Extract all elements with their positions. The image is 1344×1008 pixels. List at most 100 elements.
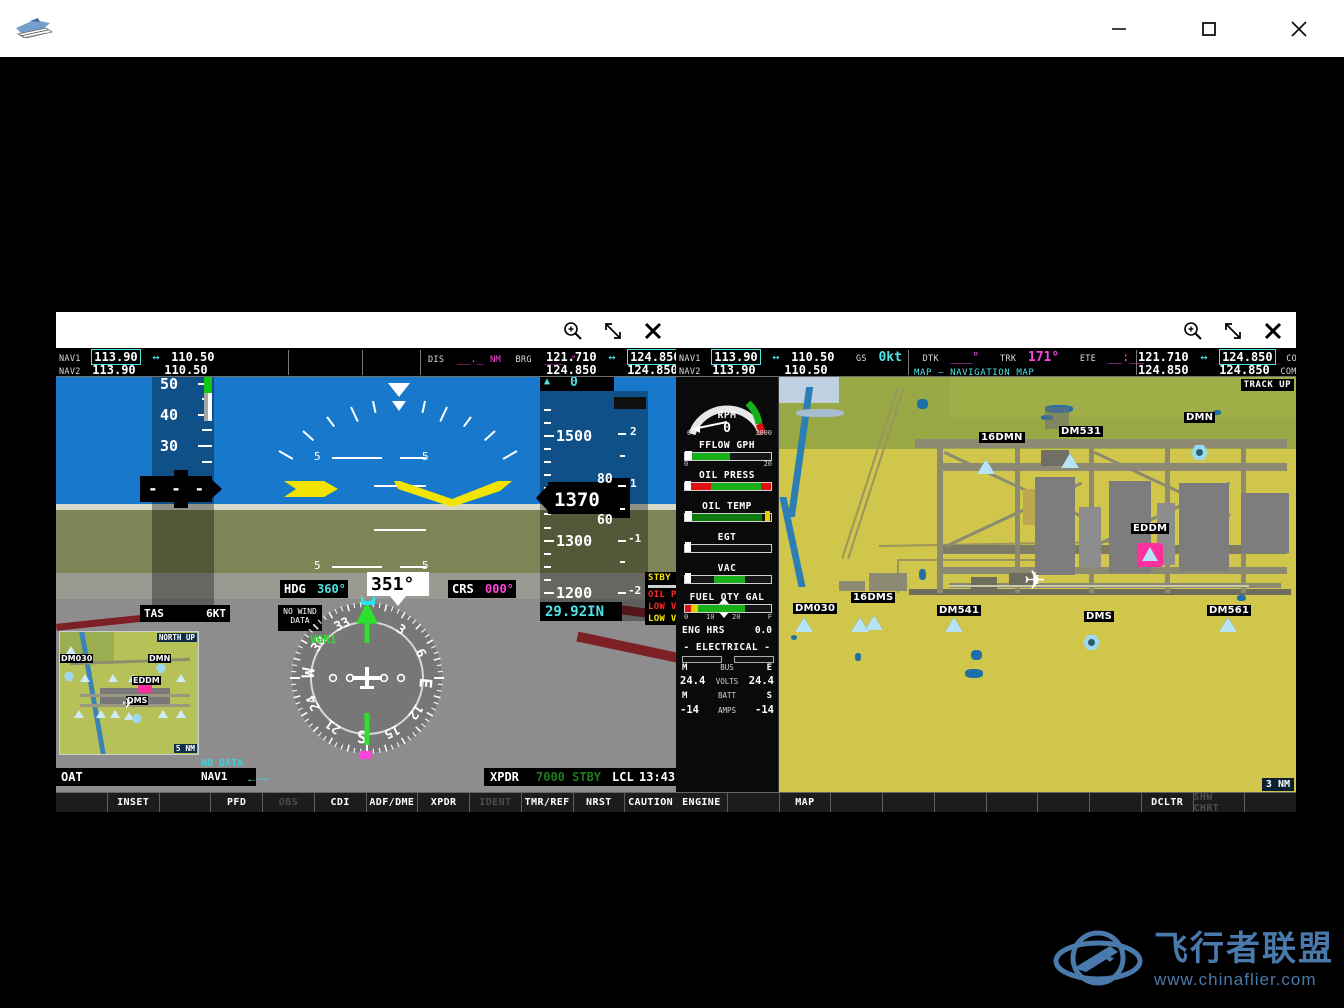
selected-altitude-box[interactable]: ▲ 0	[540, 377, 614, 391]
mfd-ete-label: ETE	[1079, 354, 1097, 364]
svg-text:W: W	[299, 666, 320, 679]
expand-icon[interactable]	[596, 314, 630, 348]
watermark-logo-icon	[1053, 930, 1143, 986]
pfd-screen[interactable]: NAV1 113.90 ↔ 110.50 NAV2 113.90 110.50 …	[56, 348, 676, 812]
application-window: NAV1 113.90 ↔ 110.50 NAV2 113.90 110.50 …	[0, 0, 1344, 1008]
pfd-com2-standby[interactable]: 124.850	[627, 363, 676, 377]
pfd-softkey-tmr-ref[interactable]: TMR/REF	[522, 793, 574, 812]
mfd-nav1-standby[interactable]: 110.50	[791, 350, 834, 364]
ownship-icon: ✈	[1024, 565, 1046, 595]
mfd-softkey-11[interactable]	[1245, 793, 1296, 812]
com1-swap-icon[interactable]: ↔	[608, 350, 615, 364]
pfd-softkey-inset[interactable]: INSET	[108, 793, 160, 812]
pfd-nav2-standby[interactable]: 110.50	[164, 363, 207, 377]
mfd-dtk-value: ___°	[950, 350, 980, 364]
pfd-softkey-2[interactable]	[160, 793, 212, 812]
airspeed-tick-40: 40	[160, 406, 179, 424]
svg-text:24: 24	[304, 692, 324, 713]
pfd-nav2-active[interactable]: 113.90	[92, 363, 135, 377]
lcl-time: 13:43:36	[639, 770, 676, 784]
inset-label-dm030: DM030	[60, 654, 94, 663]
mfd-nav2-standby[interactable]: 110.50	[784, 363, 827, 377]
maximize-button[interactable]	[1164, 0, 1254, 57]
heading-bug-box[interactable]: HDG 360°	[280, 580, 348, 598]
watermark-url: www.chinaflier.com	[1154, 970, 1317, 989]
pfd-softkey-0[interactable]	[56, 793, 108, 812]
mfd-softkey-1[interactable]	[728, 793, 780, 812]
mfd-softkey-3[interactable]	[831, 793, 883, 812]
mfd-softkey-6[interactable]	[987, 793, 1039, 812]
pfd-softkey-nrst[interactable]: NRST	[574, 793, 626, 812]
course-box[interactable]: CRS 000°	[448, 580, 516, 598]
mfd-com1-active[interactable]: 121.710	[1138, 350, 1189, 364]
pfd-dis-label: DIS	[428, 355, 445, 365]
close-icon[interactable]	[1256, 314, 1290, 348]
mfd-softkey-5[interactable]	[935, 793, 987, 812]
mfd-navcom-bar: NAV1 113.90 ↔ 110.50 NAV2 113.90 110.50 …	[676, 348, 1296, 378]
window-title-bar	[0, 0, 1344, 57]
pfd-softkey-adf-dme[interactable]: ADF/DME	[367, 793, 419, 812]
pfd-com2-active[interactable]: 124.850	[546, 363, 597, 377]
mfd-softkey-shw-chrt[interactable]: SHW CHRT	[1194, 792, 1246, 812]
no-data-msg: NO DATA	[201, 758, 244, 769]
engine-instrument-panel[interactable]: RPM 0 0 3000 FFLOW GPH 0 20 OIL PRESS OI…	[676, 377, 779, 793]
zoom-in-icon[interactable]	[556, 314, 590, 348]
mfd-softkey-map[interactable]: MAP	[780, 793, 832, 812]
com1-swap-icon[interactable]: ↔	[1200, 350, 1207, 364]
pfd-com1-active[interactable]: 121.710	[546, 350, 597, 364]
mfd-screen[interactable]: NAV1 113.90 ↔ 110.50 NAV2 113.90 110.50 …	[676, 348, 1296, 812]
fuel-tick-20: 20	[732, 613, 741, 621]
xpdr-time-box: XPDR 7000 STBY LCL 13:43:36	[484, 768, 676, 786]
navigation-map[interactable]: 16DMN DM531 DMN EDDM DM030 16DMS DM541 D…	[779, 377, 1296, 793]
map-label-dm561: DM561	[1207, 605, 1252, 616]
xpdr-label: XPDR	[490, 770, 519, 784]
zoom-in-icon[interactable]	[1176, 314, 1210, 348]
vac-bar	[684, 575, 772, 584]
mfd-softkey-engine[interactable]: ENGINE	[676, 793, 728, 812]
map-label-16dms: 16DMS	[851, 592, 896, 603]
pfd-softkey-ident[interactable]: IDENT	[470, 793, 522, 812]
nav1-swap-icon[interactable]: ↔	[772, 350, 779, 364]
pfd-softkey-bar[interactable]: INSET PFD OBS CDI ADF/DME XPDR IDENT TMR…	[56, 792, 676, 812]
expand-icon[interactable]	[1216, 314, 1250, 348]
baro-box[interactable]: 29.92IN	[540, 602, 622, 621]
pfd-nav1-standby[interactable]: 110.50	[171, 350, 214, 364]
vsi-tick-1: 1	[630, 477, 637, 490]
mfd-com2-active[interactable]: 124.850	[1138, 363, 1189, 377]
alt-tick-1200: 1200	[556, 584, 593, 602]
mfd-softkey-8[interactable]	[1090, 793, 1142, 812]
mfd-com2-standby[interactable]: 124.850	[1219, 363, 1270, 377]
tas-label: TAS	[144, 607, 164, 620]
annunciation-1: OIL PRESSURE	[648, 590, 676, 600]
mfd-gs-value: 0kt	[878, 350, 902, 365]
svg-text:15: 15	[381, 721, 402, 741]
close-icon[interactable]	[636, 314, 670, 348]
rpm-max: 3000	[755, 429, 772, 437]
pfd-softkey-caution[interactable]: CAUTION	[625, 793, 676, 812]
pfd-softkey-obs[interactable]: OBS	[263, 793, 315, 812]
pfd-softkey-cdi[interactable]: CDI	[315, 793, 367, 812]
map-label-eddm: EDDM	[1131, 523, 1170, 534]
bus-e-label: E	[766, 663, 772, 673]
inset-label-eddm: EDDM	[132, 676, 161, 685]
close-button[interactable]	[1254, 0, 1344, 57]
pfd-inset-map[interactable]: DM030 DMN EDDM DMS ✈ NORTH UP 5 NM	[59, 631, 199, 755]
hdg-label: HDG	[284, 582, 306, 596]
minimize-button[interactable]	[1074, 0, 1164, 57]
pfd-attitude-area: 5 5 5 5 50 40	[56, 377, 676, 793]
mfd-nav2-active[interactable]: 113.90	[712, 363, 755, 377]
svg-text:6: 6	[412, 647, 429, 661]
hsi-compass[interactable]: 33 30 W 24 21 S 15 12 E 6 3 VOR1	[288, 595, 446, 759]
pfd-softkey-pfd[interactable]: PFD	[211, 793, 263, 812]
nav1-swap-icon[interactable]: ↔	[152, 350, 159, 364]
map-label-dm531: DM531	[1059, 426, 1104, 437]
mfd-softkey-bar[interactable]: ENGINE MAP DCLTR SHW CHRT	[676, 792, 1296, 812]
vsi-tick-m2: -2	[628, 584, 642, 597]
mfd-softkey-7[interactable]	[1038, 793, 1090, 812]
pfd-softkey-xpdr[interactable]: XPDR	[418, 793, 470, 812]
mfd-dtk-label: DTK	[922, 354, 939, 364]
inset-ownship-icon: ✈	[122, 695, 134, 711]
aircraft-symbol-left	[284, 477, 340, 506]
mfd-softkey-dcltr[interactable]: DCLTR	[1142, 793, 1194, 812]
mfd-softkey-4[interactable]	[883, 793, 935, 812]
